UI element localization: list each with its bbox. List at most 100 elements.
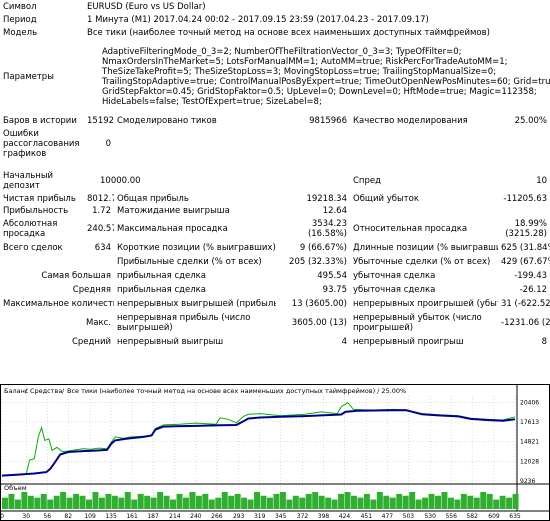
- max-wins-value: 13 (3605.00): [291, 299, 347, 309]
- volume-bar: [435, 495, 441, 509]
- volume-bar: [305, 493, 312, 509]
- volume-bar: [92, 492, 99, 509]
- volume-bar: [124, 492, 131, 509]
- x-tick-label: 109: [84, 513, 96, 520]
- x-tick-label: 398: [318, 513, 330, 520]
- volume-bar: [8, 493, 15, 509]
- deposit-label: Начальный депозит: [3, 171, 54, 191]
- volume-bar: [357, 497, 364, 509]
- volume-bar: [312, 492, 319, 509]
- volume-bar: [480, 492, 487, 509]
- volume-bar: [66, 497, 73, 509]
- loss-trades-value: 429 (67.67%): [501, 257, 550, 267]
- abs-drawdown-label: Абсолютная просадка: [3, 219, 58, 239]
- quality-value: 25.00%: [514, 116, 548, 126]
- volume-bar: [163, 495, 170, 509]
- volume-bar: [318, 495, 325, 509]
- volume-bar: [14, 499, 21, 509]
- volume-bar: [221, 492, 228, 509]
- total-trades-value: 634: [94, 243, 111, 253]
- x-tick-label: 240: [190, 513, 202, 520]
- volume-bar: [86, 499, 92, 509]
- errors-label: Ошибки рассогласования графиков: [3, 129, 80, 159]
- average-label: Средняя: [72, 285, 111, 295]
- volume-bar: [338, 493, 345, 509]
- volume-bar: [189, 492, 196, 509]
- x-tick-label: 451: [361, 513, 373, 520]
- profit-trades-value: 205 (32.33%): [289, 257, 347, 267]
- y-tick-label: 14821: [520, 439, 539, 446]
- x-tick-label: 161: [126, 513, 138, 520]
- max-consecutive-loss-label: непрерывный убыток (число проигрышей): [353, 313, 482, 333]
- gross-loss-value: -11205.63: [503, 194, 548, 204]
- largest-profit-label: прибыльная сделка: [117, 271, 207, 281]
- params-line: GridStepFaktor=0.45; GridStopFaktor=0.5;…: [102, 87, 537, 97]
- volume-bar: [111, 495, 118, 509]
- gross-profit-value: 19218.34: [306, 194, 347, 204]
- x-tick-label: 82: [64, 513, 72, 520]
- short-positions-label: Короткие позиции (% выигравших): [117, 243, 276, 253]
- volume-bar: [118, 497, 125, 509]
- rel-drawdown-percent: 18.99%: [514, 219, 548, 229]
- volume-bar: [79, 495, 86, 509]
- volume-bar: [286, 499, 293, 509]
- spread-label: Спред: [353, 176, 381, 186]
- rel-drawdown-value: 18.99% (3215.28): [498, 217, 550, 241]
- volume-bar: [325, 497, 332, 509]
- max-losses-label: непрерывных проигрышей (убыток): [353, 299, 498, 309]
- params-line: TrailingStopAdaptive=true; ControlManual…: [102, 77, 550, 87]
- x-tick-label: 503: [403, 513, 415, 520]
- volume-bar: [182, 497, 189, 509]
- x-tick-label: 424: [339, 513, 351, 520]
- params-value: AdaptiveFilteringMode_0_3=2; NumberOfThe…: [84, 39, 550, 115]
- max-count-label: Максимальное количество: [3, 299, 114, 309]
- x-tick-label: 214: [169, 513, 181, 520]
- volume-bar: [21, 492, 28, 509]
- y-tick-label: 17613: [520, 419, 539, 426]
- volume-bar: [247, 499, 254, 509]
- x-tick-label: 293: [233, 513, 245, 520]
- profit-trades-label: Прибыльные сделки (% от всех): [117, 257, 262, 267]
- volume-bar: [493, 499, 500, 509]
- volume-bar: [195, 495, 202, 509]
- volume-bar: [137, 493, 144, 509]
- long-positions-label: Длинные позиции (% выигравших): [353, 243, 498, 253]
- max-losses-value: 31 (-622.52): [501, 299, 550, 309]
- legend-description: Все тики (наиболее точный метод на основ…: [67, 387, 406, 395]
- balance-chart: Баланс / Средства / Все тики (наиболее т…: [0, 384, 550, 521]
- volume-bar: [351, 495, 357, 509]
- volume-bar: [47, 499, 54, 509]
- volume-bar: [331, 499, 338, 509]
- legend-equity: Средства: [30, 387, 62, 395]
- volume-bar: [73, 493, 80, 509]
- ticks-label: Смоделировано тиков: [117, 116, 217, 126]
- max-drawdown-label: Максимальная просадка: [117, 224, 228, 234]
- max-wins-label: непрерывных выигрышей (прибыль): [117, 299, 276, 309]
- x-tick-label: 635: [509, 513, 521, 520]
- params-line: AdaptiveFilteringMode_0_3=2; NumberOfThe…: [102, 47, 462, 57]
- abs-drawdown-value: 240.57: [87, 224, 114, 234]
- x-tick-label: 372: [297, 513, 309, 520]
- x-tick-label: 0: [0, 513, 4, 520]
- volume-bar: [157, 492, 164, 509]
- volume-bar: [447, 497, 454, 509]
- quality-label: Качество моделирования: [353, 116, 468, 126]
- bars-label: Баров в истории: [3, 116, 77, 126]
- volume-bar: [98, 497, 105, 509]
- volume-bar: [506, 497, 513, 509]
- max-consecutive-loss-value: -1231.06 (22): [501, 318, 550, 328]
- volume-bar: [460, 493, 467, 509]
- volume-bar: [428, 493, 435, 509]
- volume-bar: [234, 493, 241, 509]
- max-consecutive-profit-label: непрерывная прибыль (число выигрышей): [117, 313, 251, 333]
- x-tick-label: 135: [105, 513, 117, 520]
- largest-loss-label: убыточная сделка: [353, 271, 436, 281]
- volume-bar: [241, 497, 248, 509]
- total-trades-label: Всего сделок: [3, 243, 63, 253]
- x-tick-label: 609: [488, 513, 500, 520]
- gross-loss-label: Общий убыток: [353, 194, 419, 204]
- avg-consecutive-losses-value: 8: [541, 337, 548, 347]
- rel-drawdown-amount: (3215.28): [505, 229, 548, 239]
- volume-bar: [292, 495, 299, 509]
- x-tick-label: 30: [22, 513, 30, 520]
